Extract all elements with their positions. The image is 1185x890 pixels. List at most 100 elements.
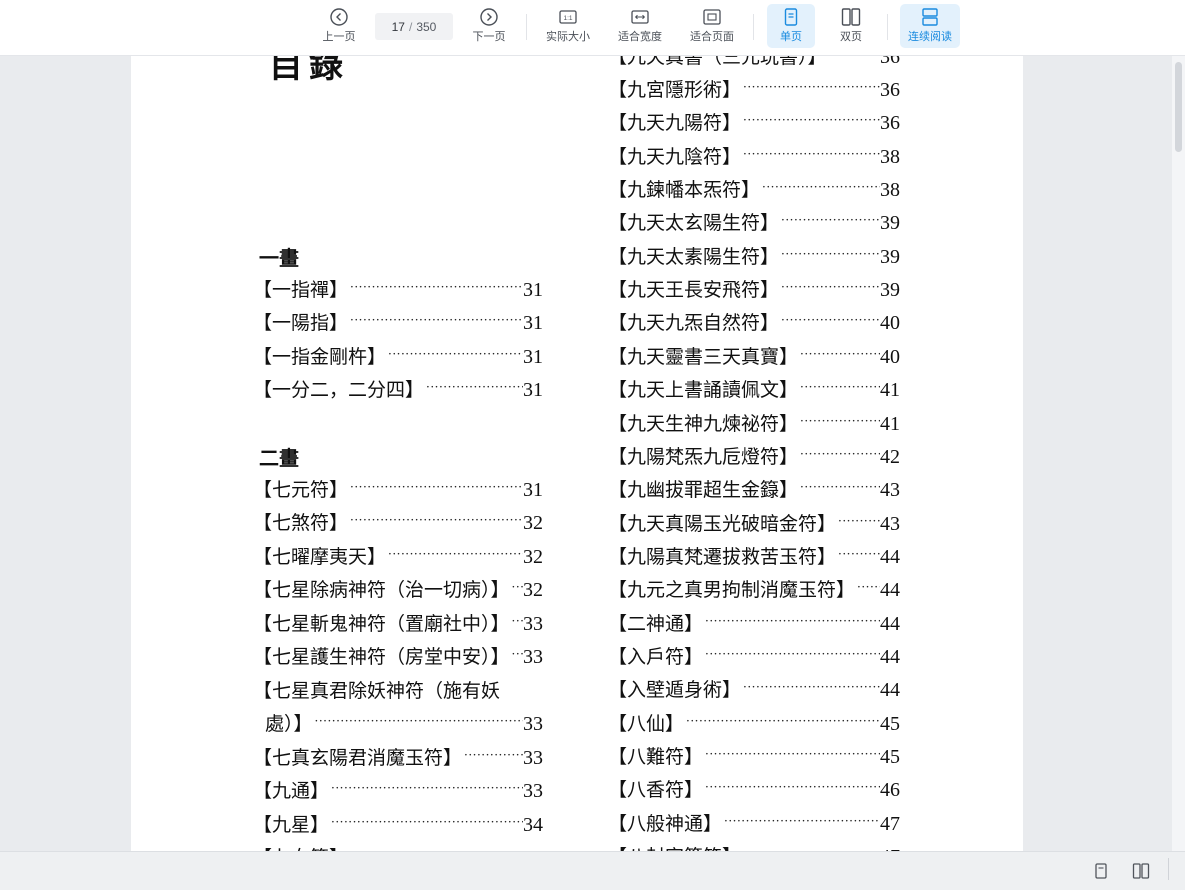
single-page-button[interactable]: 单页 bbox=[767, 4, 815, 48]
toc-entry[interactable]: 【一指金剛杵】 31 bbox=[253, 342, 543, 369]
actual-size-icon: 1:1 bbox=[559, 10, 577, 24]
toc-leader-dots bbox=[510, 614, 523, 628]
toc-entry-title: 【九星】 bbox=[253, 813, 330, 836]
toc-entry[interactable]: 【八封宮篇符】47 bbox=[608, 842, 900, 851]
toc-entry[interactable]: 【入戶符】 44 bbox=[608, 642, 900, 669]
toc-entry[interactable]: 【九元之真男拘制消魔玉符】 44 bbox=[608, 575, 900, 602]
toc-entry-page: 32 bbox=[523, 512, 543, 535]
toc-leader-dots bbox=[329, 815, 523, 829]
scrollbar-thumb[interactable] bbox=[1175, 62, 1182, 152]
toc-entry-page: 47 bbox=[880, 812, 900, 835]
next-page-button[interactable]: 下一页 bbox=[465, 4, 513, 48]
fit-width-label: 适合宽度 bbox=[618, 31, 662, 43]
toc-entry[interactable]: 【七元符】 31 bbox=[253, 475, 543, 502]
toc-entry[interactable]: 【九女篇】34 bbox=[253, 843, 543, 851]
toc-entry[interactable]: 【九天九陰符】 38 bbox=[608, 142, 900, 169]
toc-entry-title: 【九天真書（三元玩書）】 bbox=[608, 56, 827, 68]
actual-size-button[interactable]: 1:1 实际大小 bbox=[540, 4, 596, 48]
toc-entry[interactable]: 【九通】 33 bbox=[253, 776, 543, 803]
toc-entry-title: 【九幽拔罪超生金籙】 bbox=[608, 479, 799, 502]
page-title-fragment: 目錄 bbox=[269, 56, 349, 86]
toc-entry[interactable]: 【九天靈書三天真寶】 40 bbox=[608, 342, 900, 369]
vertical-scrollbar[interactable] bbox=[1172, 56, 1185, 851]
prev-page-label: 上一页 bbox=[322, 31, 356, 43]
double-page-button[interactable]: 双页 bbox=[827, 4, 875, 48]
double-page-label: 双页 bbox=[840, 31, 862, 43]
bottom-status-bar bbox=[0, 851, 1185, 890]
toc-entry[interactable]: 【九陽梵炁九卮燈符】 42 bbox=[608, 442, 900, 469]
toc-entry-page: 44 bbox=[880, 612, 900, 635]
toc-entry-page: 45 bbox=[880, 746, 900, 768]
toc-entry-page: 31 bbox=[523, 378, 543, 401]
toc-entry[interactable]: 【一陽指】 31 bbox=[253, 308, 543, 335]
toc-entry[interactable]: 【九鍊幡本炁符】 38 bbox=[608, 175, 900, 202]
fit-page-button[interactable]: 适合页面 bbox=[684, 4, 740, 48]
toc-entry-title: 【九天生神九煉祕符】 bbox=[608, 412, 799, 435]
toc-entry[interactable]: 【九天太素陽生符】 39 bbox=[608, 242, 900, 269]
continuous-reading-label: 连续阅读 bbox=[908, 31, 952, 43]
toc-entry-title: 【七曜摩夷天】 bbox=[253, 545, 387, 568]
status-double-page-button[interactable] bbox=[1128, 858, 1154, 884]
toc-entry-title: 【七星除病神符（治一切病）】 bbox=[253, 579, 510, 602]
toc-entry[interactable]: 【二神通】 44 bbox=[608, 609, 900, 636]
toc-entry[interactable]: 【九陽真梵遷拔救苦玉符】 44 bbox=[608, 542, 900, 569]
toc-leader-dots bbox=[313, 714, 523, 728]
toc-entry[interactable]: 【一指禪】 31 bbox=[253, 275, 543, 302]
toc-entry[interactable]: 【八難符】 45 bbox=[608, 742, 900, 769]
toc-entry[interactable]: 【九宮隱形術】 36 bbox=[608, 75, 900, 102]
toc-entry[interactable]: 【九天九陽符】 36 bbox=[608, 108, 900, 135]
toc-entry[interactable]: 【九天上書誦讀佩文】 41 bbox=[608, 375, 900, 402]
toc-leader-dots bbox=[741, 147, 880, 161]
toc-entry[interactable]: 【七煞符】 32 bbox=[253, 508, 543, 535]
toc-entry[interactable]: 【九天真陽玉光破暗金符】 43 bbox=[608, 509, 900, 536]
toc-entry[interactable]: 處）】 33 bbox=[265, 709, 543, 736]
toc-entry[interactable]: 【七曜摩夷天】 32 bbox=[253, 542, 543, 569]
toc-entry[interactable]: 【九天王長安飛符】 39 bbox=[608, 275, 900, 302]
toc-entry-title: 【七星護生神符（房堂中安）】 bbox=[253, 646, 510, 669]
toc-entry[interactable]: 【九幽拔罪超生金籙】 43 bbox=[608, 475, 900, 502]
toc-entry[interactable]: 【九天生神九煉祕符】 41 bbox=[608, 409, 900, 436]
toc-entry[interactable]: 【七星斬鬼神符（置廟社中）】 33 bbox=[253, 609, 543, 636]
toc-entry-page: 42 bbox=[880, 445, 900, 468]
toc-entry-page: 44 bbox=[880, 645, 900, 668]
toc-entry[interactable]: 【七星護生神符（房堂中安）】 33 bbox=[253, 642, 543, 669]
toolbar-divider bbox=[887, 14, 888, 40]
toc-entry[interactable]: 【九星】 34 bbox=[253, 810, 543, 837]
toc-entry-page: 32 bbox=[523, 579, 543, 602]
current-page-input[interactable]: 17 bbox=[392, 20, 405, 34]
toc-entry-title: 【九天太素陽生符】 bbox=[608, 245, 780, 268]
toc-entry-title: 【八封宮篇符】 bbox=[608, 842, 741, 851]
page-separator: / bbox=[408, 19, 413, 34]
toc-leader-dots bbox=[386, 547, 523, 561]
toc-leader-dots bbox=[779, 313, 880, 327]
toc-leader-dots bbox=[779, 247, 880, 261]
page-number-field[interactable]: 17 / 350 bbox=[375, 13, 453, 40]
toc-entry[interactable]: 【一分二，二分四】 31 bbox=[253, 375, 543, 402]
fit-width-button[interactable]: 适合宽度 bbox=[612, 4, 668, 48]
toc-leader-dots bbox=[348, 280, 523, 294]
toc-entry[interactable]: 【八仙】 45 bbox=[608, 709, 900, 736]
toc-entry[interactable]: 【八香符】 46 bbox=[608, 775, 900, 802]
toc-entry[interactable]: 【九天太玄陽生符】 39 bbox=[608, 208, 900, 235]
toc-entry[interactable]: 【入壁遁身術】 44 bbox=[608, 675, 900, 702]
toc-entry[interactable]: 【七星真君除妖神符（施有妖 bbox=[253, 676, 543, 703]
toc-leader-dots bbox=[741, 113, 880, 127]
toc-entry-page: 33 bbox=[523, 713, 543, 736]
toc-entry-page: 31 bbox=[523, 479, 543, 501]
status-divider bbox=[1168, 858, 1169, 880]
toc-entry-title: 【九天九陰符】 bbox=[608, 145, 742, 168]
toc-entry-page: 44 bbox=[880, 579, 900, 602]
toc-entry-title: 【入戶符】 bbox=[608, 645, 704, 668]
toc-entry[interactable]: 【七真玄陽君消魔玉符】 33 bbox=[253, 743, 543, 770]
toc-leader-dots bbox=[386, 347, 523, 361]
toc-entry[interactable]: 【九天九炁自然符】 40 bbox=[608, 308, 900, 335]
toc-entry[interactable]: 【八般神通】 47 bbox=[608, 809, 900, 836]
toc-entry-title: 【九天太玄陽生符】 bbox=[608, 212, 780, 235]
toc-entry[interactable]: 【七星除病神符（治一切病）】 32 bbox=[253, 575, 543, 602]
toc-leader-dots bbox=[827, 56, 880, 61]
status-single-page-button[interactable] bbox=[1088, 858, 1114, 884]
toc-entry-title: 【九女篇】 bbox=[253, 843, 348, 851]
continuous-reading-button[interactable]: 连续阅读 bbox=[900, 4, 960, 48]
prev-page-button[interactable]: 上一页 bbox=[315, 4, 363, 48]
toc-leader-dots bbox=[798, 447, 880, 461]
